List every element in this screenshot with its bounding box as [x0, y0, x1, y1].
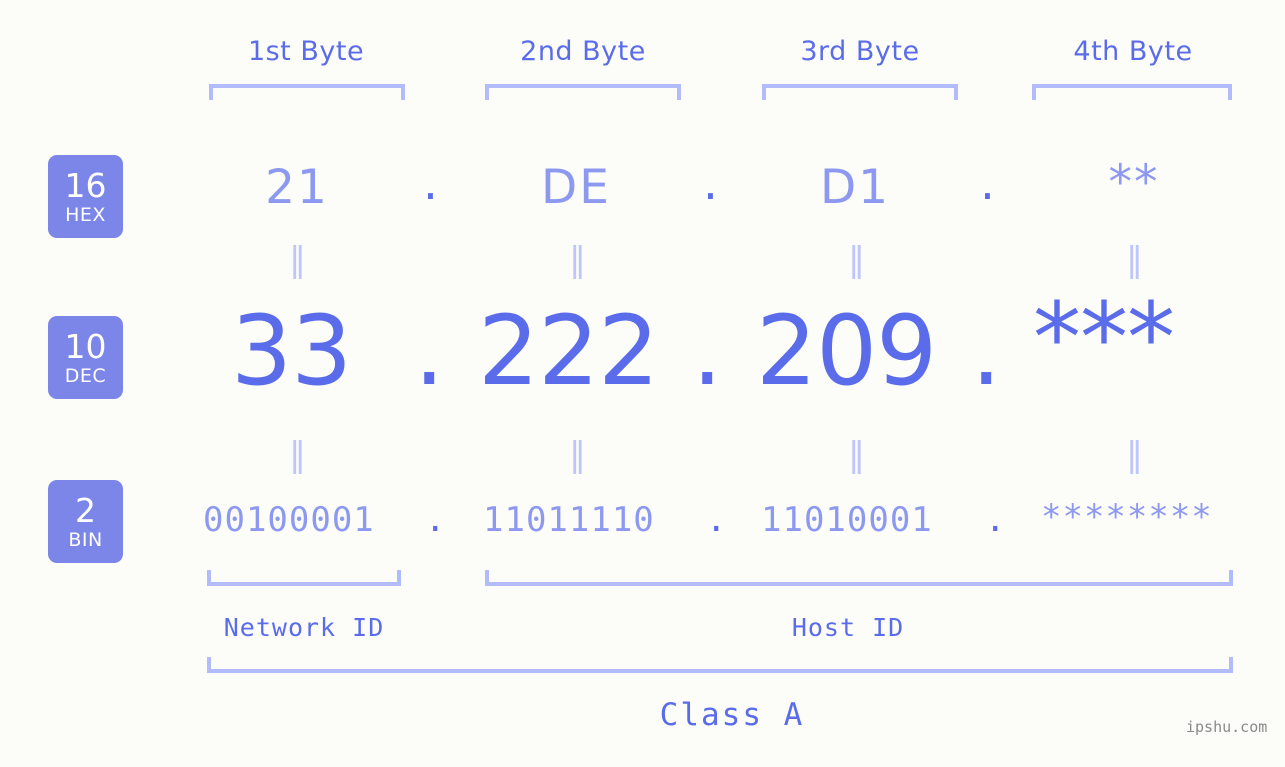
dec-separator-1: . [414, 295, 445, 407]
equals-mark-hex-dec-4: ‖ [1126, 240, 1145, 280]
hex-byte-4: ** [1108, 155, 1160, 210]
dec-byte-2: 222 [478, 295, 659, 407]
base-badge-hex-number: 16 [64, 165, 107, 205]
dec-byte-3: 209 [756, 295, 937, 407]
byte-bracket-top-3 [762, 84, 958, 100]
byte-header-1: 1st Byte [247, 36, 365, 67]
hex-byte-3: D1 [819, 160, 891, 215]
hex-separator-3: . [980, 156, 995, 211]
byte-bracket-top-4 [1032, 84, 1232, 100]
equals-mark-hex-dec-3: ‖ [848, 240, 867, 280]
host-id-bracket [485, 570, 1233, 586]
base-badge-bin-number: 2 [75, 490, 96, 530]
dec-byte-4: *** [1033, 282, 1175, 394]
equals-mark-hex-dec-2: ‖ [569, 240, 588, 280]
base-badge-bin: 2 BIN [48, 480, 123, 563]
ip-address-breakdown-diagram: 1st Byte 2nd Byte 3rd Byte 4th Byte 16 H… [0, 0, 1285, 767]
bin-byte-2: 11011110 [483, 500, 655, 540]
base-badge-dec: 10 DEC [48, 316, 123, 399]
equals-mark-hex-dec-1: ‖ [289, 240, 308, 280]
byte-header-3: 3rd Byte [800, 36, 920, 67]
site-watermark: ipshu.com [1186, 718, 1268, 736]
hex-byte-2: DE [541, 160, 611, 215]
hex-byte-1: 21 [265, 160, 329, 215]
bin-byte-4: ******** [1041, 497, 1213, 537]
base-badge-hex: 16 HEX [48, 155, 123, 238]
base-badge-bin-name: BIN [68, 528, 103, 551]
class-label: Class A [659, 697, 805, 733]
byte-bracket-top-1 [209, 84, 405, 100]
equals-mark-dec-bin-1: ‖ [289, 435, 308, 475]
byte-bracket-top-2 [485, 84, 681, 100]
base-badge-hex-name: HEX [65, 203, 106, 226]
dec-separator-2: . [692, 295, 723, 407]
equals-mark-dec-bin-3: ‖ [848, 435, 867, 475]
equals-mark-dec-bin-2: ‖ [569, 435, 588, 475]
network-id-label: Network ID [223, 613, 385, 642]
hex-separator-2: . [703, 156, 718, 211]
base-badge-dec-name: DEC [64, 364, 107, 387]
hex-separator-1: . [423, 156, 438, 211]
host-id-label: Host ID [791, 613, 905, 642]
network-id-bracket [207, 570, 401, 586]
base-badge-dec-number: 10 [64, 326, 107, 366]
byte-header-2: 2nd Byte [520, 36, 646, 67]
dec-separator-3: . [971, 295, 1002, 407]
bin-separator-1: . [425, 500, 446, 540]
equals-mark-dec-bin-4: ‖ [1126, 435, 1145, 475]
bin-byte-1: 00100001 [203, 500, 375, 540]
class-bracket [207, 657, 1233, 673]
bin-separator-2: . [706, 500, 727, 540]
bin-byte-3: 11010001 [761, 500, 933, 540]
dec-byte-1: 33 [231, 295, 352, 407]
byte-header-4: 4th Byte [1073, 36, 1193, 67]
bin-separator-3: . [985, 500, 1006, 540]
